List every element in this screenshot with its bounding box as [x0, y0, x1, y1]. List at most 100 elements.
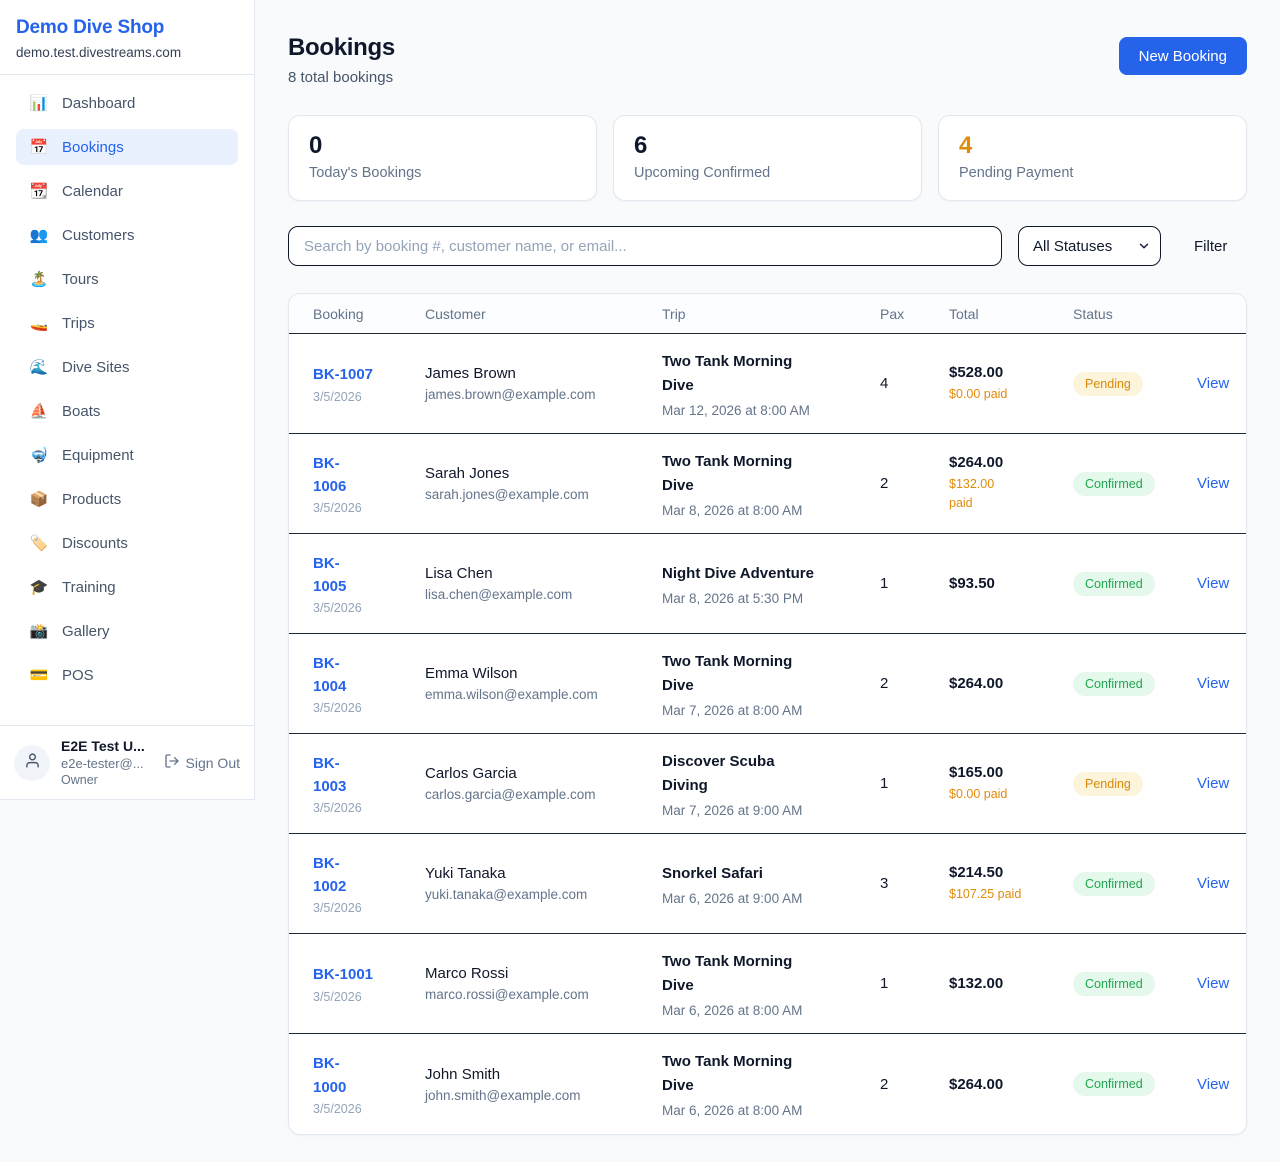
trip-name: Discover Scuba Diving: [662, 750, 870, 798]
customers-icon: 👥: [28, 228, 50, 243]
table-row: BK- 1006 3/5/2026 Sarah Jones sarah.jone…: [289, 434, 1246, 534]
discounts-icon: 🏷️: [28, 536, 50, 551]
customer-email: marco.rossi@example.com: [425, 987, 652, 1002]
stat-label: Today's Bookings: [309, 165, 576, 181]
main-content: Bookings 8 total bookings New Booking 0 …: [255, 0, 1280, 1135]
sidebar-item-trips[interactable]: 🚤 Trips: [16, 305, 238, 341]
status-filter-select[interactable]: All Statuses: [1018, 226, 1161, 266]
table-row: BK- 1002 3/5/2026 Yuki Tanaka yuki.tanak…: [289, 834, 1246, 934]
search-input[interactable]: [288, 226, 1002, 266]
booking-date: 3/5/2026: [313, 501, 415, 515]
view-booking-link[interactable]: View: [1197, 575, 1236, 592]
customer-email: lisa.chen@example.com: [425, 587, 652, 602]
trip-name: Two Tank Morning Dive: [662, 1050, 870, 1098]
sidebar-item-equipment[interactable]: 🤿 Equipment: [16, 437, 238, 473]
tours-icon: 🏝️: [28, 272, 50, 287]
status-badge: Confirmed: [1073, 572, 1155, 596]
sidebar-item-label: Tours: [62, 271, 99, 288]
booking-cell: BK-1001 3/5/2026: [313, 934, 425, 1033]
sidebar-item-calendar[interactable]: 📆 Calendar: [16, 173, 238, 209]
booking-id-link[interactable]: BK- 1006: [313, 452, 415, 499]
sidebar-item-products[interactable]: 📦 Products: [16, 481, 238, 517]
sidebar: Demo Dive Shop demo.test.divestreams.com…: [0, 0, 255, 800]
booking-id-link[interactable]: BK- 1004: [313, 652, 415, 699]
col-header-status: Status: [1073, 306, 1197, 322]
booking-id-link[interactable]: BK-1001: [313, 963, 415, 986]
status-cell: Confirmed: [1073, 934, 1197, 1033]
paid-amount: $132.00 paid: [949, 475, 1063, 513]
total-amount: $165.00: [949, 764, 1063, 781]
booking-id-link[interactable]: BK- 1000: [313, 1052, 415, 1099]
booking-id-link[interactable]: BK- 1005: [313, 552, 415, 599]
equipment-icon: 🤿: [28, 448, 50, 463]
booking-id-link[interactable]: BK- 1002: [313, 852, 415, 899]
sidebar-item-bookings[interactable]: 📅 Bookings: [16, 129, 238, 165]
stat-label: Pending Payment: [959, 165, 1226, 181]
sidebar-item-gallery[interactable]: 📸 Gallery: [16, 613, 238, 649]
filter-button[interactable]: Filter: [1194, 238, 1227, 255]
sidebar-item-dive-sites[interactable]: 🌊 Dive Sites: [16, 349, 238, 385]
sidebar-item-boats[interactable]: ⛵ Boats: [16, 393, 238, 429]
col-header-trip: Trip: [662, 306, 880, 322]
sidebar-item-label: Dashboard: [62, 95, 135, 112]
customer-cell: Lisa Chen lisa.chen@example.com: [425, 534, 662, 633]
brand-title: Demo Dive Shop: [16, 17, 238, 39]
avatar: [14, 745, 50, 781]
trip-name: Snorkel Safari: [662, 862, 870, 886]
total-amount: $214.50: [949, 864, 1063, 881]
total-cell: $132.00: [949, 934, 1073, 1033]
total-cell: $165.00 $0.00 paid: [949, 734, 1073, 833]
actions-cell: View: [1197, 1034, 1246, 1134]
sidebar-item-dashboard[interactable]: 📊 Dashboard: [16, 85, 238, 121]
bookings-icon: 📅: [28, 140, 50, 155]
trip-cell: Two Tank Morning Dive Mar 12, 2026 at 8:…: [662, 334, 880, 433]
view-booking-link[interactable]: View: [1197, 1076, 1236, 1093]
table-row: BK- 1003 3/5/2026 Carlos Garcia carlos.g…: [289, 734, 1246, 834]
customer-cell: John Smith john.smith@example.com: [425, 1034, 662, 1134]
view-booking-link[interactable]: View: [1197, 775, 1236, 792]
sign-out-button[interactable]: Sign Out: [164, 753, 240, 772]
sidebar-item-discounts[interactable]: 🏷️ Discounts: [16, 525, 238, 561]
pax-count: 1: [880, 734, 949, 833]
total-cell: $264.00: [949, 1034, 1073, 1134]
pax-count: 4: [880, 334, 949, 433]
trip-datetime: Mar 7, 2026 at 8:00 AM: [662, 703, 870, 718]
table-row: BK- 1004 3/5/2026 Emma Wilson emma.wilso…: [289, 634, 1246, 734]
status-cell: Confirmed: [1073, 1034, 1197, 1134]
view-booking-link[interactable]: View: [1197, 875, 1236, 892]
table-row: BK-1001 3/5/2026 Marco Rossi marco.rossi…: [289, 934, 1246, 1034]
sidebar-item-training[interactable]: 🎓 Training: [16, 569, 238, 605]
view-booking-link[interactable]: View: [1197, 375, 1236, 392]
total-cell: $528.00 $0.00 paid: [949, 334, 1073, 433]
sidebar-item-label: Calendar: [62, 183, 123, 200]
total-cell: $264.00: [949, 634, 1073, 733]
new-booking-button[interactable]: New Booking: [1119, 37, 1247, 75]
trip-name: Two Tank Morning Dive: [662, 450, 870, 498]
pos-icon: 💳: [28, 668, 50, 683]
sidebar-item-pos[interactable]: 💳 POS: [16, 657, 238, 693]
view-booking-link[interactable]: View: [1197, 475, 1236, 492]
sidebar-item-tours[interactable]: 🏝️ Tours: [16, 261, 238, 297]
total-cell: $264.00 $132.00 paid: [949, 434, 1073, 533]
sidebar-item-customers[interactable]: 👥 Customers: [16, 217, 238, 253]
booking-id-link[interactable]: BK- 1003: [313, 752, 415, 799]
training-icon: 🎓: [28, 580, 50, 595]
booking-cell: BK- 1002 3/5/2026: [313, 834, 425, 933]
sidebar-user-section: E2E Test U... e2e-tester@... Owner Sign …: [0, 725, 254, 799]
status-cell: Confirmed: [1073, 434, 1197, 533]
view-booking-link[interactable]: View: [1197, 675, 1236, 692]
booking-date: 3/5/2026: [313, 601, 415, 615]
customer-cell: Emma Wilson emma.wilson@example.com: [425, 634, 662, 733]
status-badge: Confirmed: [1073, 672, 1155, 696]
sidebar-item-label: Equipment: [62, 447, 134, 464]
view-booking-link[interactable]: View: [1197, 975, 1236, 992]
booking-id-link[interactable]: BK-1007: [313, 363, 415, 386]
actions-cell: View: [1197, 634, 1246, 733]
booking-date: 3/5/2026: [313, 701, 415, 715]
customer-email: james.brown@example.com: [425, 387, 652, 402]
actions-cell: View: [1197, 434, 1246, 533]
customer-name: Lisa Chen: [425, 565, 652, 582]
status-badge: Confirmed: [1073, 872, 1155, 896]
col-header-pax: Pax: [880, 306, 949, 322]
sidebar-item-label: Bookings: [62, 139, 124, 156]
